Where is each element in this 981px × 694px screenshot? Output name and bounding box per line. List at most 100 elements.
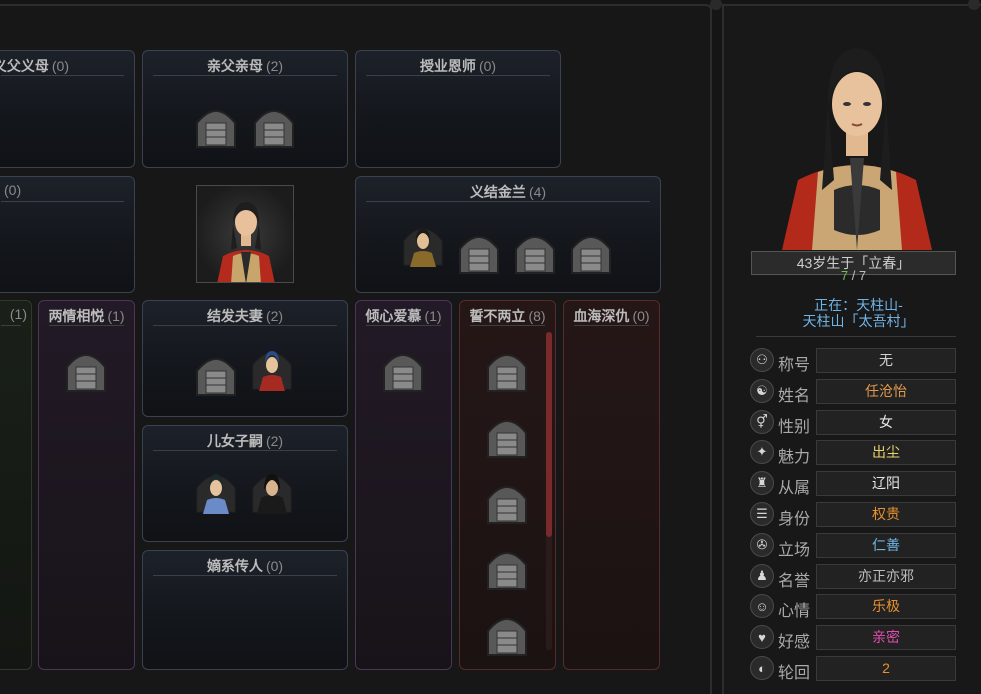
spouse-portrait[interactable]	[249, 347, 295, 391]
icon-glyph: ✇	[756, 536, 768, 552]
mood-icon: ☺	[750, 594, 774, 619]
location-line-2: 天柱山「太吾村」	[802, 313, 915, 329]
panel-count: (0)	[478, 58, 497, 74]
panel-title: 血海深仇	[573, 308, 630, 324]
divider	[366, 325, 441, 326]
divider	[49, 325, 124, 326]
panel-children[interactable]: 儿女子嗣 (2)	[142, 425, 348, 542]
attribute-row[interactable]: ♥ 好感 亲密	[750, 625, 960, 651]
panel-count: (8)	[528, 308, 546, 324]
attribute-row[interactable]: ☺ 心情 乐极	[750, 594, 960, 620]
frame-ornament	[710, 0, 722, 10]
panel-enemy[interactable]: 誓不两立 (8)	[459, 300, 556, 670]
attribute-value: 出尘	[816, 440, 956, 466]
name-icon: ☯	[750, 378, 774, 403]
panel-heir[interactable]: 嫡系传人 (0)	[142, 550, 348, 670]
character-portrait-large	[772, 40, 942, 250]
character-portrait-small[interactable]	[196, 185, 294, 283]
divider	[366, 75, 550, 76]
attribute-label: 立场	[778, 541, 811, 559]
gender-icon: ⚥	[750, 409, 774, 434]
attribute-value: 任沧怡	[816, 378, 956, 404]
sworn-sibling-portrait[interactable]	[400, 223, 446, 267]
icon-glyph: ☰	[756, 506, 768, 521]
empty-slot-icon[interactable]	[63, 349, 109, 393]
empty-slot-icon[interactable]	[484, 415, 530, 459]
panel-title: 义结金兰	[469, 184, 526, 200]
attribute-value: 权贵	[816, 502, 956, 527]
panel-left-bottom[interactable]: (1)	[0, 300, 32, 670]
icon-glyph: ⚥	[756, 413, 768, 429]
panel-spouse[interactable]: 结发夫妻 (2)	[142, 300, 348, 417]
divider	[153, 75, 337, 76]
attribute-value: 无	[816, 348, 956, 373]
empty-slot-icon[interactable]	[456, 231, 502, 275]
panel-count: (2)	[265, 433, 284, 449]
panel-master[interactable]: 授业恩师 (0)	[355, 50, 561, 168]
attribute-row[interactable]: ⚇ 称号无	[750, 348, 960, 374]
empty-slot-icon[interactable]	[568, 231, 614, 275]
attribute-value: 2	[816, 656, 956, 681]
empty-slot-icon[interactable]	[380, 349, 426, 393]
attribute-row[interactable]: ◐ 轮回 2	[750, 656, 960, 682]
divider	[470, 325, 545, 326]
empty-slot-icon[interactable]	[484, 547, 530, 591]
attribute-row[interactable]: ♟ 名誉 亦正亦邪	[750, 563, 960, 590]
divider	[366, 201, 650, 202]
empty-slot-icon[interactable]	[193, 105, 239, 149]
divider	[153, 325, 337, 326]
panel-title: 授业恩师	[419, 58, 476, 74]
attribute-row[interactable]: ☯ 姓名 任沧怡	[750, 378, 960, 405]
attribute-label: 身份	[778, 511, 811, 528]
attribute-label: 性别	[778, 418, 811, 436]
empty-slot-icon[interactable]	[484, 481, 530, 525]
icon-glyph: ◐	[758, 660, 766, 676]
enemy-list-scrollbar[interactable]	[546, 332, 552, 650]
charm-icon: ✦	[750, 440, 774, 465]
empty-slot-icon[interactable]	[484, 613, 530, 657]
attribute-row[interactable]: ⚥ 性别女	[750, 409, 960, 436]
health-max: 7	[858, 268, 867, 283]
panel-count: (0)	[265, 558, 284, 574]
empty-slot-icon[interactable]	[251, 105, 297, 149]
icon-glyph: ⚇	[756, 352, 768, 367]
attribute-row[interactable]: ♜ 从属 辽阳	[750, 471, 960, 497]
health-readout: 7 / 7	[751, 268, 956, 283]
attribute-value: 女	[816, 409, 956, 435]
panel-left-mid[interactable]: (0)	[0, 176, 135, 293]
favor-icon: ♥	[750, 625, 774, 650]
attribute-label: 从属	[778, 480, 811, 498]
panel-title: 两情相悦	[48, 308, 105, 324]
panel-mutual-love[interactable]: 两情相悦 (1)	[38, 300, 135, 670]
panel-title: 儿女子嗣	[206, 433, 263, 449]
child-portrait[interactable]	[249, 470, 295, 514]
panel-title: 誓不两立	[469, 308, 526, 324]
icon-glyph: ☺	[755, 598, 769, 614]
status-icon: ☰	[750, 502, 774, 526]
attribute-row[interactable]: ✦ 魅力 出尘	[750, 440, 960, 466]
panel-admire[interactable]: 倾心爱慕 (1)	[355, 300, 452, 670]
divider	[1, 201, 124, 202]
icon-glyph: ♜	[756, 475, 768, 491]
child-portrait[interactable]	[193, 470, 239, 514]
empty-slot-icon[interactable]	[512, 231, 558, 275]
relations-screen: 义父义母(0) 亲父亲母(2) 授业恩师(0) (0)	[0, 0, 981, 694]
panel-count: (0)	[4, 182, 22, 198]
panel-birth-parents[interactable]: 亲父亲母 (2)	[142, 50, 348, 168]
panel-blood-feud[interactable]: 血海深仇 (0)	[563, 300, 660, 670]
empty-slot-icon[interactable]	[193, 353, 239, 397]
panel-title: 倾心爱慕	[365, 308, 422, 324]
empty-slot-icon[interactable]	[484, 349, 530, 393]
attribute-row[interactable]: ☰ 身份 权贵	[750, 502, 960, 528]
attribute-row[interactable]: ✇ 立场 仁善	[750, 532, 960, 559]
attribute-label: 魅力	[778, 449, 811, 467]
panel-adoptive-parents[interactable]: 义父义母(0)	[0, 50, 135, 168]
scrollbar-thumb[interactable]	[546, 332, 552, 537]
icon-glyph: ♥	[758, 629, 766, 645]
panel-sworn-siblings[interactable]: 义结金兰 (4)	[355, 176, 661, 293]
attribute-value: 辽阳	[816, 471, 956, 497]
panel-count: (0)	[51, 58, 69, 74]
panel-title: 亲父亲母	[206, 58, 263, 74]
panel-title: 结发夫妻	[206, 308, 263, 324]
attribute-label: 心情	[778, 603, 811, 621]
